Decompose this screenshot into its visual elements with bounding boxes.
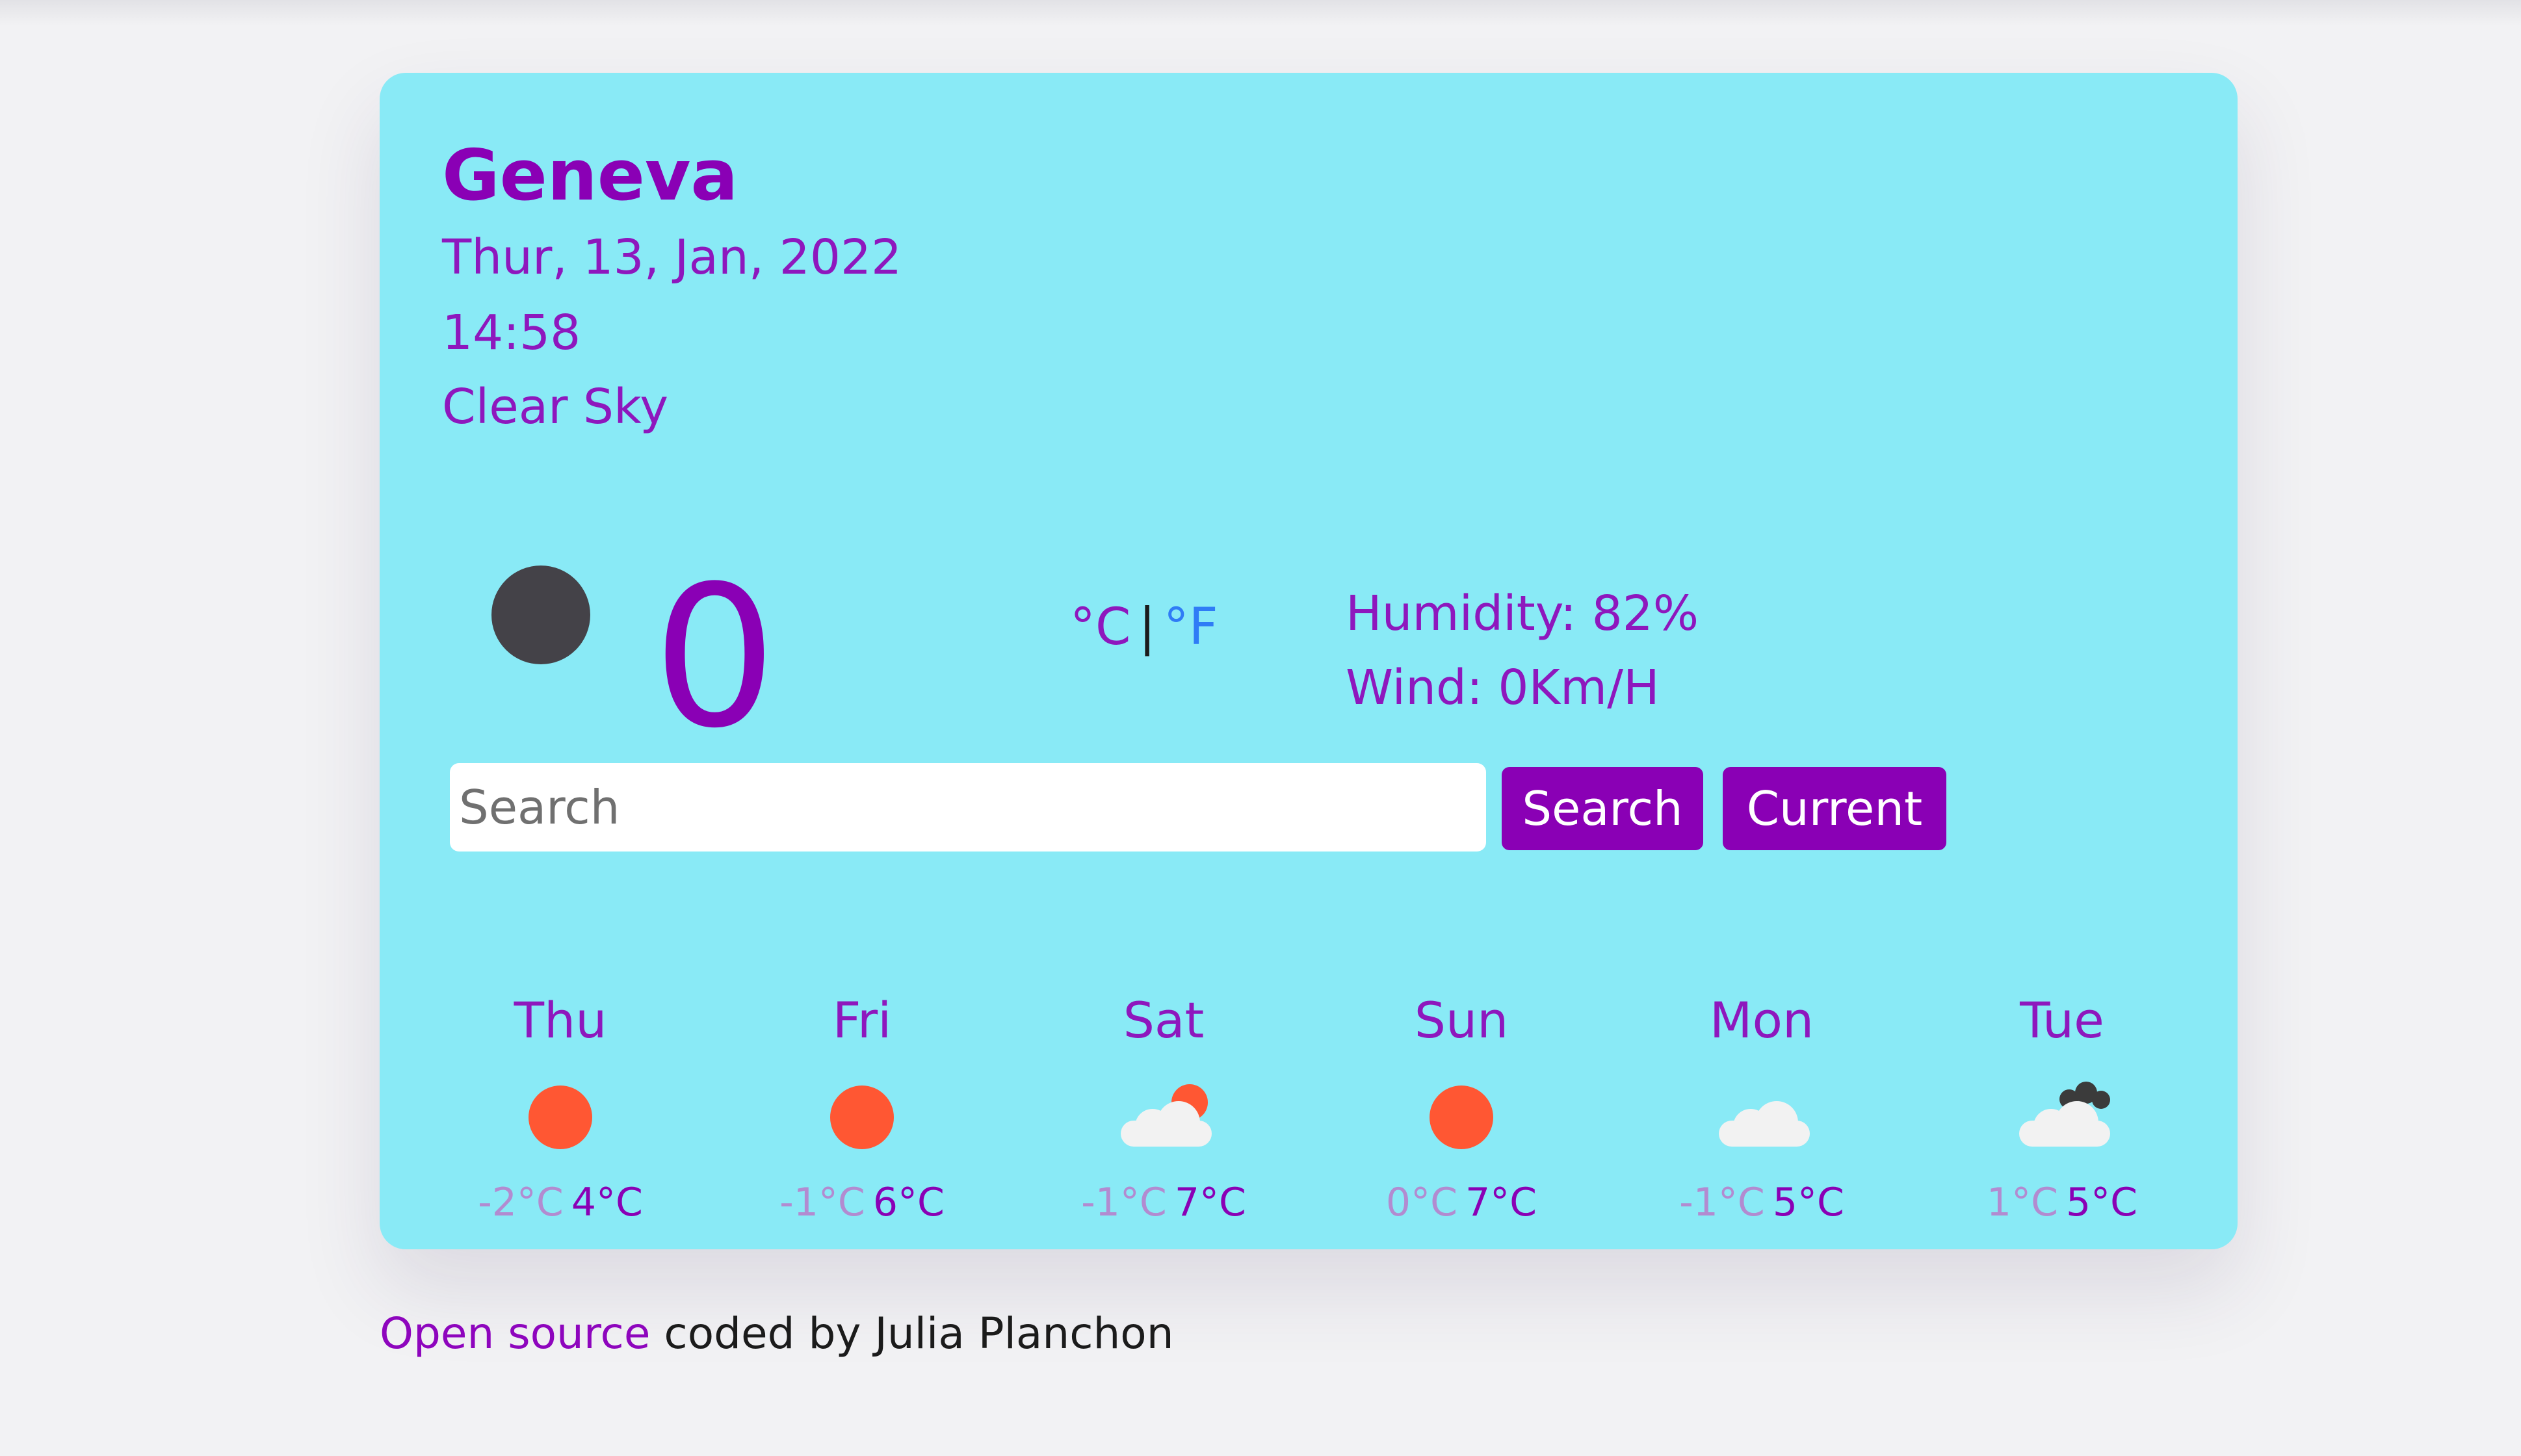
celsius-link[interactable]: °C: [1070, 598, 1130, 656]
footer-credit: coded by Julia Planchon: [650, 1308, 1174, 1358]
fahrenheit-link[interactable]: °F: [1164, 598, 1218, 656]
forecast-day-name: Fri: [832, 991, 892, 1049]
forecast-temps: -1°C 5°C: [1632, 1183, 1892, 1222]
search-input[interactable]: [450, 763, 1486, 852]
current-location-button[interactable]: Current: [1723, 767, 1946, 850]
forecast-temp-min: 1°C: [1986, 1180, 2058, 1225]
forecast-day-name: Sun: [1414, 991, 1509, 1049]
forecast-temp-max: 4°C: [571, 1180, 643, 1225]
sun-icon: [810, 1082, 914, 1153]
dark-cloud-icon: [2010, 1082, 2114, 1153]
weather-description: Clear Sky: [442, 379, 669, 435]
search-button[interactable]: Search: [1502, 767, 1703, 850]
city-name: Geneva: [442, 135, 738, 216]
sun-icon: [508, 1082, 612, 1153]
forecast-temp-min: -2°C: [478, 1180, 564, 1225]
forecast-day-name: Sat: [1123, 991, 1205, 1049]
sun-icon: [1409, 1082, 1513, 1153]
forecast-day: Sat -1°C 7°C: [1034, 991, 1294, 1223]
forecast-temp-min: -1°C: [779, 1180, 865, 1225]
open-source-link[interactable]: Open source: [380, 1308, 650, 1358]
footer: Open source coded by Julia Planchon: [380, 1308, 1174, 1359]
unit-toggle: °C | °F: [1070, 602, 1218, 653]
forecast-temp-min: 0°C: [1385, 1180, 1457, 1225]
unit-separator: |: [1138, 598, 1156, 656]
forecast-temp-max: 7°C: [1465, 1180, 1537, 1225]
forecast-day: Thu -2°C 4°C: [430, 991, 690, 1223]
forecast-temps: 1°C 5°C: [1932, 1183, 2192, 1222]
forecast-day: Tue 1°C 5°C: [1932, 991, 2192, 1223]
forecast-temps: 0°C 7°C: [1331, 1183, 1591, 1222]
weather-card: Geneva Thur, 13, Jan, 2022 14:58 Clear S…: [380, 73, 2238, 1249]
forecast-temp-min: -1°C: [1081, 1180, 1167, 1225]
forecast-temps: -2°C 4°C: [430, 1183, 690, 1222]
forecast-day: Mon -1°C 5°C: [1632, 991, 1892, 1223]
forecast-temps: -1°C 7°C: [1034, 1183, 1294, 1222]
current-time: 14:58: [442, 305, 581, 361]
forecast-temp-max: 5°C: [1772, 1180, 1844, 1225]
current-temperature: 0: [653, 544, 777, 771]
wind-value: Wind: 0Km/H: [1346, 660, 1660, 716]
forecast-temp-max: 5°C: [2066, 1180, 2138, 1225]
cloud-sun-icon: [1112, 1082, 1216, 1153]
weather-app: Geneva Thur, 13, Jan, 2022 14:58 Clear S…: [380, 73, 2238, 1358]
humidity-value: Humidity: 82%: [1346, 586, 1699, 642]
cloud-icon: [1710, 1082, 1814, 1153]
forecast-day-name: Tue: [2020, 991, 2104, 1049]
forecast-day-name: Mon: [1709, 991, 1814, 1049]
forecast-temp-min: -1°C: [1679, 1180, 1765, 1225]
forecast-day: Sun 0°C 7°C: [1331, 991, 1591, 1223]
forecast-temp-max: 7°C: [1174, 1180, 1246, 1225]
forecast-temp-max: 6°C: [872, 1180, 945, 1225]
forecast-temps: -1°C 6°C: [732, 1183, 992, 1222]
forecast-day-name: Thu: [514, 991, 607, 1049]
forecast-day: Fri -1°C 6°C: [732, 991, 992, 1223]
browser-top-shadow: [0, 0, 2521, 26]
current-weather-icon: [491, 566, 590, 664]
current-date: Thur, 13, Jan, 2022: [442, 229, 902, 285]
forecast-row: Thu -2°C 4°C Fri -1°C 6°C Sat -1°C 7°C Sun: [380, 996, 2238, 1223]
